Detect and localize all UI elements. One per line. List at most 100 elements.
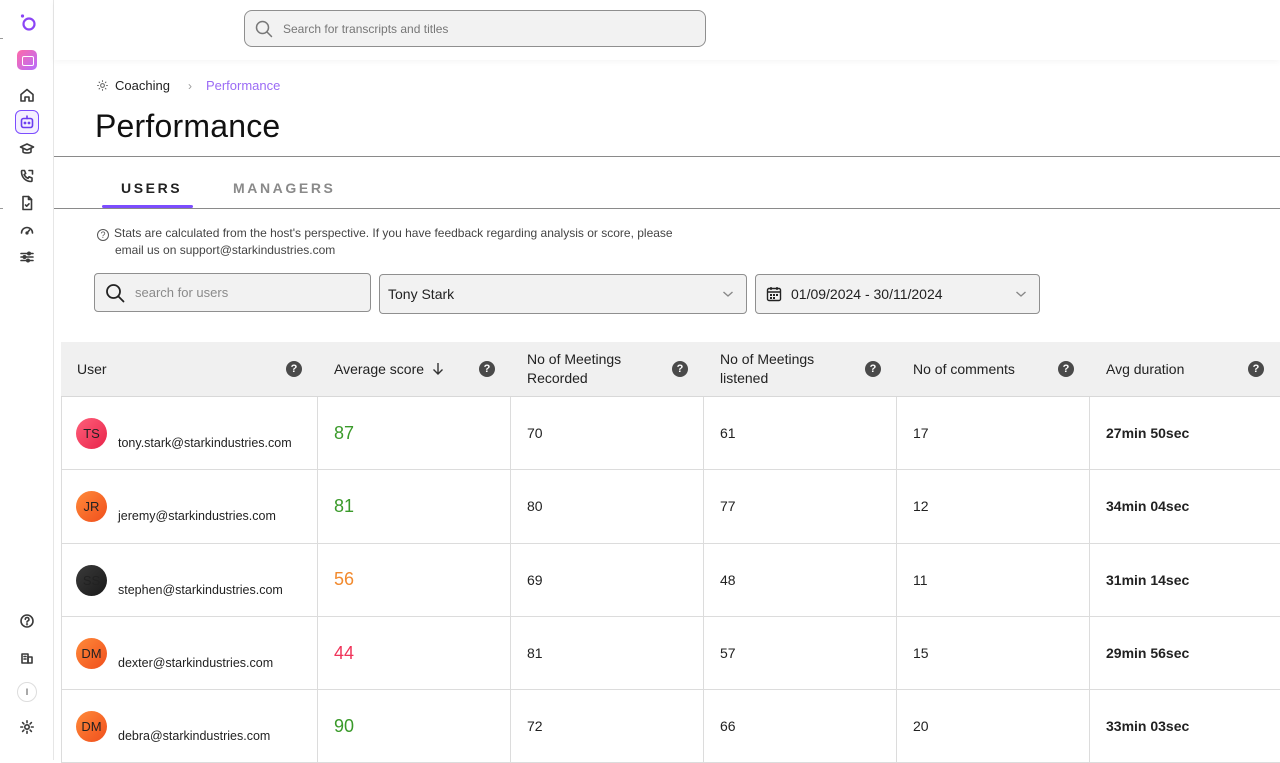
breadcrumb-coaching[interactable]: Coaching	[115, 78, 170, 93]
score-value: 90	[334, 715, 355, 736]
page-title: Performance	[95, 108, 281, 144]
calls-icon[interactable]	[15, 164, 39, 188]
user-cell: TS tony.stark@starkindustries.com	[61, 397, 318, 470]
header-comments-label: No of comments	[913, 360, 1015, 377]
help-icon[interactable]: ?	[1248, 361, 1264, 377]
header-text: No of Meetings	[527, 351, 622, 367]
listened-cell: 77	[704, 470, 897, 543]
user-search[interactable]	[94, 273, 371, 312]
header-avg-duration[interactable]: Avg duration ?	[1090, 342, 1280, 396]
table-body: TS tony.stark@starkindustries.com 87 70 …	[61, 397, 1280, 763]
header-average-score[interactable]: Average score ?	[318, 342, 511, 396]
score-cell: 56	[318, 543, 511, 616]
recorded-cell: 72	[511, 690, 704, 763]
header-user[interactable]: User ?	[61, 342, 318, 396]
tab-users[interactable]: USERS	[121, 180, 182, 196]
tab-managers[interactable]: MANAGERS	[233, 180, 335, 196]
table-row[interactable]: TS tony.stark@starkindustries.com 87 70 …	[61, 397, 1280, 471]
comments-cell: 11	[897, 543, 1090, 616]
search-icon	[255, 20, 273, 37]
gear-icon	[97, 80, 108, 91]
user-email: debra@starkindustries.com	[118, 729, 271, 744]
recorded-cell: 69	[511, 543, 704, 616]
duration-cell: 33min 03sec	[1106, 718, 1190, 735]
table-header: User ? Average score ? No of Meetings Rec…	[61, 342, 1280, 397]
logo-icon[interactable]	[18, 12, 38, 32]
user-cell: SS stephen@starkindustries.com	[61, 543, 318, 616]
arrow-down-icon[interactable]	[432, 362, 444, 376]
breadcrumb: Coaching › Performance	[96, 78, 280, 93]
top-bar	[54, 0, 1280, 60]
help-icon[interactable]: ?	[865, 361, 881, 377]
score-cell: 90	[318, 690, 511, 763]
score-cell: 87	[318, 397, 511, 470]
help-icon[interactable]	[15, 609, 39, 633]
chevron-down-icon	[1016, 291, 1026, 297]
home-icon[interactable]	[15, 83, 39, 107]
global-search-input[interactable]	[283, 21, 683, 36]
duration-cell: 27min 50sec	[1106, 425, 1190, 442]
table-row[interactable]: DM dexter@starkindustries.com 44 81 57 1…	[61, 616, 1280, 691]
user-select[interactable]: Tony Stark	[379, 274, 747, 314]
header-user-label: User	[77, 360, 107, 377]
gear-icon[interactable]	[15, 715, 39, 739]
search-icon	[106, 283, 125, 302]
user-cell: DM debra@starkindustries.com	[61, 690, 318, 763]
avatar: DM	[76, 711, 107, 743]
recorded-cell: 80	[511, 470, 704, 543]
help-circle-icon: ?	[97, 229, 109, 241]
app-icon[interactable]	[17, 50, 37, 70]
chevron-down-icon	[723, 291, 733, 297]
user-email: tony.stark@starkindustries.com	[118, 436, 292, 450]
header-text: No of Meetings	[720, 351, 815, 367]
header-meetings-recorded[interactable]: No of Meetings Recorded ?	[511, 342, 704, 396]
help-icon[interactable]: ?	[672, 361, 688, 377]
user-search-input[interactable]	[135, 285, 355, 300]
breadcrumb-performance[interactable]: Performance	[206, 78, 280, 93]
settings-sliders-icon[interactable]	[15, 245, 39, 269]
header-text: listened	[720, 370, 769, 386]
help-icon[interactable]: ?	[1058, 361, 1074, 377]
user-icon[interactable]: I	[15, 680, 39, 704]
score-value: 56	[334, 569, 355, 590]
user-select-value: Tony Stark	[388, 286, 455, 302]
table-row[interactable]: JR jeremy@starkindustries.com 81 80 77 1…	[61, 470, 1280, 544]
help-icon[interactable]: ?	[286, 361, 302, 377]
help-icon[interactable]: ?	[479, 361, 495, 377]
divider	[54, 156, 1280, 157]
company-icon[interactable]	[15, 646, 39, 670]
learning-icon[interactable]	[15, 137, 39, 161]
header-comments[interactable]: No of comments ?	[897, 342, 1090, 396]
avatar: JR	[76, 491, 107, 523]
calendar-icon	[766, 287, 782, 302]
table-row[interactable]: DM debra@starkindustries.com 90 72 66 20…	[61, 690, 1280, 763]
user-avatar[interactable]: I	[17, 682, 37, 702]
table-row[interactable]: SS stephen@starkindustries.com 56 69 48 …	[61, 543, 1280, 617]
score-value: 44	[334, 642, 355, 663]
recorded-cell: 70	[511, 397, 704, 470]
listened-cell: 57	[704, 616, 897, 690]
performance-table: User ? Average score ? No of Meetings Rec…	[61, 342, 1280, 763]
avatar: DM	[76, 637, 107, 669]
info-line-1: Stats are calculated from the host's per…	[114, 226, 673, 240]
duration-cell: 29min 56sec	[1106, 645, 1190, 662]
recorded-cell: 81	[511, 616, 704, 690]
date-range-picker[interactable]: 01/09/2024 - 30/11/2024	[755, 274, 1040, 314]
comments-cell: 12	[897, 470, 1090, 543]
header-meetings-listened[interactable]: No of Meetings listened ?	[704, 342, 897, 396]
documents-icon[interactable]	[15, 191, 39, 215]
comments-cell: 20	[897, 690, 1090, 763]
coaching-icon[interactable]	[15, 110, 39, 134]
score-value: 81	[334, 495, 355, 516]
user-email: dexter@starkindustries.com	[118, 655, 274, 670]
header-meetings-listened-label: No of Meetings listened	[720, 350, 814, 388]
global-search[interactable]	[244, 10, 706, 47]
analytics-icon[interactable]	[15, 218, 39, 242]
avatar: TS	[76, 418, 107, 449]
score-cell: 44	[318, 616, 511, 690]
score-value: 87	[334, 422, 355, 443]
user-email: jeremy@starkindustries.com	[118, 509, 276, 524]
duration-cell: 31min 14sec	[1106, 571, 1190, 588]
comments-cell: 15	[897, 616, 1090, 690]
sidebar-divider	[0, 208, 3, 209]
